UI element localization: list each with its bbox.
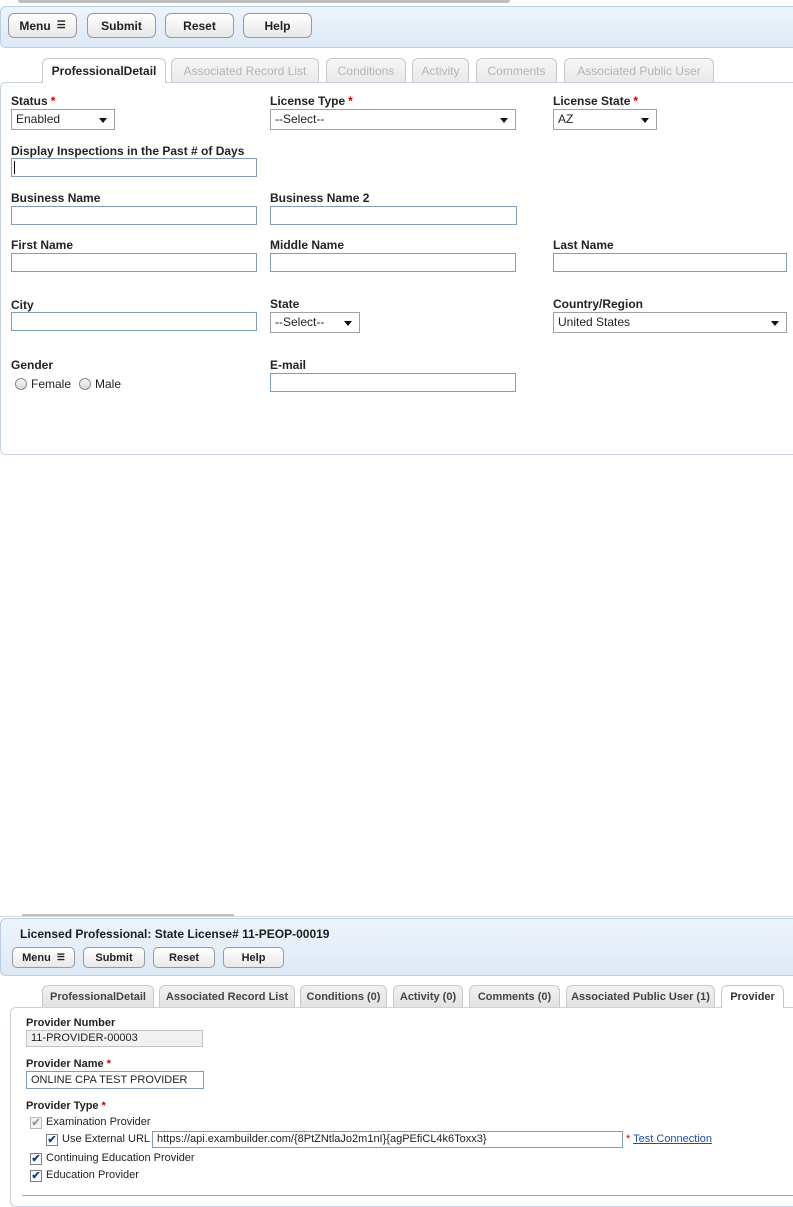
required-mark: * xyxy=(348,94,353,108)
status-value: Enabled xyxy=(16,112,61,126)
tab-comments[interactable]: Comments xyxy=(476,58,557,82)
tab-associated-record-list[interactable]: Associated Record List xyxy=(171,58,319,82)
inspections-days-input[interactable] xyxy=(11,158,257,177)
provider-name-input[interactable]: ONLINE CPA TEST PROVIDER xyxy=(26,1071,204,1089)
help-button[interactable]: Help xyxy=(243,13,312,38)
tab-associated-public-user-2[interactable]: Associated Public User (1) xyxy=(566,985,715,1007)
required-mark: * xyxy=(106,1058,111,1070)
tab-professional-detail-2[interactable]: ProfessionalDetail xyxy=(42,985,154,1007)
license-state-select[interactable]: AZ xyxy=(553,109,657,130)
middle-name-label: Middle Name xyxy=(270,238,345,252)
provider-type-label: Provider Type * xyxy=(26,1100,106,1112)
inspections-label: Display Inspections in the Past # of Day… xyxy=(11,144,245,158)
examination-provider-checkbox[interactable]: ✔ xyxy=(30,1117,42,1129)
page-title: Licensed Professional: State License# 11… xyxy=(20,927,330,941)
external-url-input[interactable]: https://api.exambuilder.com/{8PtZNtlaJo2… xyxy=(152,1131,623,1148)
bottom-edge-divider xyxy=(22,1195,793,1196)
required-mark: * xyxy=(50,94,56,108)
use-external-url-label: Use External URL xyxy=(62,1133,151,1145)
reset-button-2[interactable]: Reset xyxy=(153,947,215,968)
chevron-down-icon xyxy=(500,118,508,123)
tab-activity[interactable]: Activity xyxy=(412,58,469,82)
country-label: Country/Region xyxy=(553,297,643,311)
continuing-education-checkbox[interactable]: ✔ xyxy=(30,1153,42,1165)
provider-number-label: Provider Number xyxy=(26,1017,116,1029)
tab-conditions[interactable]: Conditions xyxy=(326,58,406,82)
license-state-value: AZ xyxy=(558,112,574,126)
tab-associated-public-user[interactable]: Associated Public User xyxy=(564,58,714,82)
chevron-down-icon xyxy=(99,118,107,123)
test-connection-link[interactable]: Test Connection xyxy=(633,1133,712,1145)
first-name-label: First Name xyxy=(11,238,74,252)
middle-name-input[interactable] xyxy=(270,253,516,272)
required-mark: * xyxy=(101,1100,106,1112)
radio-female[interactable] xyxy=(15,378,27,390)
chevron-down-icon xyxy=(771,321,779,326)
chevron-down-icon xyxy=(641,118,649,123)
divider xyxy=(0,916,793,917)
education-provider-checkbox[interactable]: ✔ xyxy=(30,1170,42,1182)
business-name2-input[interactable] xyxy=(270,206,517,225)
email-input[interactable] xyxy=(270,373,516,392)
tab-conditions-2[interactable]: Conditions (0) xyxy=(300,985,387,1007)
menu-list-icon: ☰ xyxy=(56,20,66,31)
submit-button[interactable]: Submit xyxy=(87,13,156,38)
license-state-label: License State * xyxy=(553,94,639,108)
business-name-label: Business Name xyxy=(11,191,101,205)
help-button-2[interactable]: Help xyxy=(223,947,284,968)
license-type-label: License Type * xyxy=(270,94,353,108)
gender-label: Gender xyxy=(11,358,54,372)
use-external-url-checkbox[interactable]: ✔ xyxy=(46,1134,58,1146)
tab-professional-detail[interactable]: ProfessionalDetail xyxy=(42,58,166,83)
state-label: State xyxy=(270,297,300,311)
tab-associated-record-list-2[interactable]: Associated Record List xyxy=(159,985,295,1007)
required-mark: * xyxy=(633,94,639,108)
chevron-down-icon xyxy=(344,321,352,326)
last-name-input[interactable] xyxy=(553,253,787,272)
tab-comments-2[interactable]: Comments (0) xyxy=(469,985,560,1007)
status-label: Status * xyxy=(11,94,56,108)
menu-button-2[interactable]: Menu ☰ xyxy=(12,947,75,968)
last-name-label: Last Name xyxy=(553,238,614,252)
city-label: City xyxy=(11,298,34,312)
continuing-education-label: Continuing Education Provider xyxy=(46,1152,195,1164)
examination-provider-label: Examination Provider xyxy=(46,1116,151,1128)
radio-male[interactable] xyxy=(79,378,91,390)
education-provider-label: Education Provider xyxy=(46,1169,139,1181)
reset-button[interactable]: Reset xyxy=(165,13,234,38)
business-name-input[interactable] xyxy=(11,206,257,225)
menu-button[interactable]: Menu ☰ xyxy=(8,13,77,38)
state-value: --Select-- xyxy=(275,315,325,329)
text-caret xyxy=(14,161,15,174)
gender-female-option[interactable]: Female xyxy=(15,377,71,391)
status-select[interactable]: Enabled xyxy=(11,109,115,130)
provider-number-field: 11-PROVIDER-00003 xyxy=(26,1030,203,1047)
country-select[interactable]: United States xyxy=(553,312,787,333)
license-type-select[interactable]: --Select-- xyxy=(270,109,516,130)
menu-list-icon: ☰ xyxy=(56,952,65,962)
submit-button-2[interactable]: Submit xyxy=(83,947,145,968)
country-value: United States xyxy=(558,315,631,329)
gender-male-option[interactable]: Male xyxy=(79,377,121,391)
menu-label: Menu xyxy=(19,18,51,33)
menu-label-2: Menu xyxy=(22,951,51,964)
required-mark: * xyxy=(626,1133,631,1145)
email-label: E-mail xyxy=(270,358,307,372)
first-name-input[interactable] xyxy=(11,253,257,272)
gender-female-label: Female xyxy=(31,377,72,391)
gender-male-label: Male xyxy=(95,377,122,391)
provider-name-label: Provider Name * xyxy=(26,1058,111,1070)
tab-activity-2[interactable]: Activity (0) xyxy=(393,985,463,1007)
top-scroll-strip xyxy=(18,0,510,3)
city-input[interactable] xyxy=(11,312,257,331)
tab-provider[interactable]: Provider xyxy=(721,985,784,1008)
license-type-value: --Select-- xyxy=(275,112,325,126)
state-select[interactable]: --Select-- xyxy=(270,312,360,333)
business-name2-label: Business Name 2 xyxy=(270,191,370,205)
test-connection-area: * Test Connection xyxy=(626,1133,712,1145)
